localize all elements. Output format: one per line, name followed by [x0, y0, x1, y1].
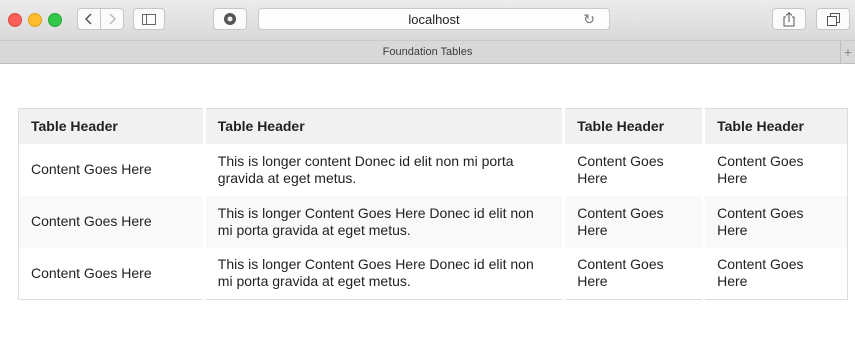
column-header: Table Header: [18, 108, 206, 144]
chevron-left-icon: [84, 13, 92, 25]
back-button[interactable]: [77, 8, 101, 30]
table-cell: This is longer content Donec id elit non…: [204, 143, 566, 196]
table-cell: Content Goes Here: [717, 152, 804, 186]
table-row: Content Goes Here This is longer Content…: [18, 195, 848, 248]
table-row: Content Goes Here This is longer content…: [18, 143, 848, 196]
forward-button[interactable]: [100, 8, 124, 30]
table-row: Content Goes Here This is longer Content…: [18, 247, 848, 300]
share-button[interactable]: [772, 8, 806, 30]
table-cell: Content Goes Here: [703, 195, 848, 248]
table-cell: Content Goes Here: [18, 143, 206, 196]
table-cell: Content Goes Here: [18, 195, 206, 248]
column-header: Table Header: [204, 108, 566, 144]
column-header: Table Header: [563, 108, 706, 144]
tab-bar: Foundation Tables +: [0, 41, 855, 64]
extension-icon: [224, 13, 236, 25]
table-cell: Content Goes Here: [563, 143, 706, 196]
table-header-row: Table Header Table Header Table Header T…: [18, 108, 848, 144]
table-cell: Content Goes Here: [717, 256, 804, 290]
table-cell: This is longer Content Goes Here Donec i…: [204, 247, 566, 300]
minimize-window-button[interactable]: [28, 13, 42, 27]
close-window-button[interactable]: [8, 13, 22, 27]
table-cell: This is longer Content Goes Here Donec i…: [204, 195, 566, 248]
content-table: Table Header Table Header Table Header T…: [18, 108, 848, 300]
tab-title[interactable]: Foundation Tables: [383, 46, 473, 58]
browser-toolbar: localhost ↻: [0, 0, 855, 41]
extension-button[interactable]: [213, 8, 247, 30]
zoom-window-button[interactable]: [48, 13, 62, 27]
reload-icon[interactable]: ↻: [583, 11, 595, 28]
tabs-overview-icon: [826, 12, 840, 26]
table-cell: Content Goes Here: [563, 195, 706, 248]
tabs-overview-button[interactable]: [816, 8, 850, 30]
plus-icon[interactable]: +: [840, 41, 855, 63]
address-text: localhost: [408, 11, 460, 27]
share-icon: [783, 11, 795, 26]
table-cell: Content Goes Here: [18, 247, 206, 300]
sidebar-icon: [142, 13, 156, 25]
address-bar[interactable]: localhost ↻: [258, 8, 610, 30]
column-header: Table Header: [703, 108, 848, 144]
table-cell: Content Goes Here: [563, 247, 706, 300]
sidebar-button[interactable]: [133, 8, 165, 30]
chevron-right-icon: [109, 13, 117, 25]
